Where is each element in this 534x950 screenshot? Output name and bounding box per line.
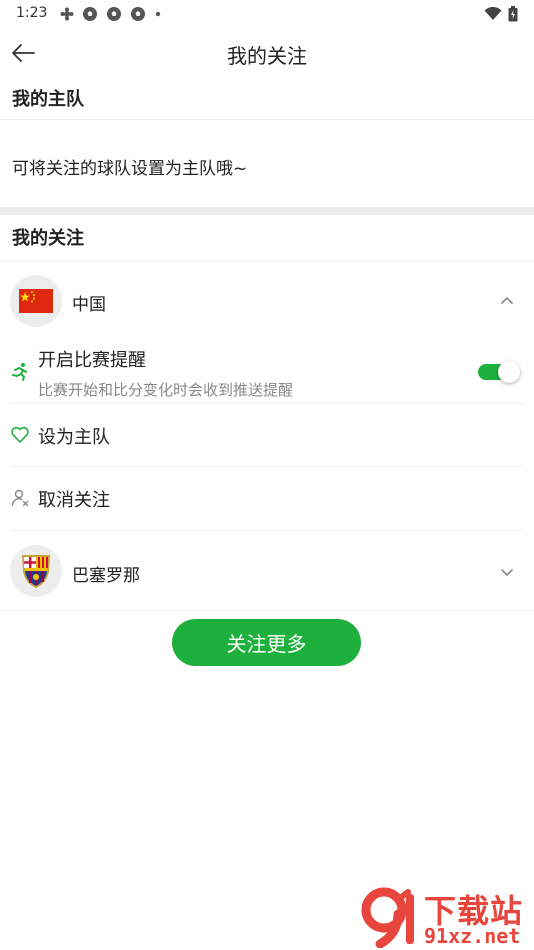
team-name: 巴塞罗那 [72, 566, 140, 586]
team-avatar [10, 275, 62, 327]
watermark-site-url: 91xz.net [424, 924, 521, 948]
battery-icon [508, 6, 518, 22]
team-avatar [10, 545, 62, 597]
alert-toggle[interactable] [478, 361, 520, 383]
site-logo-icon [361, 887, 414, 948]
unfollow-label: 取消关注 [38, 490, 110, 511]
soccer-ball-icon [131, 7, 145, 21]
match-alert-option: 开启比赛提醒 比赛开始和比分变化时会收到推送提醒 [10, 340, 524, 404]
toggle-knob [498, 361, 520, 383]
unfollow-option[interactable]: 取消关注 [10, 467, 524, 531]
team-name: 中国 [72, 295, 106, 315]
heart-icon [11, 426, 29, 443]
list-divider [0, 610, 534, 611]
flower-icon [60, 7, 74, 21]
team-row-china[interactable]: 中国 [0, 262, 534, 340]
status-bar: 1:23 [0, 0, 534, 28]
wifi-icon [484, 7, 502, 20]
notification-icons [60, 6, 162, 22]
follow-more-button[interactable]: 关注更多 [172, 619, 361, 666]
soccer-ball-icon [83, 7, 97, 21]
running-icon [12, 363, 27, 381]
alert-title: 开启比赛提醒 [38, 350, 146, 371]
barcelona-crest-icon [22, 555, 50, 588]
china-flag-icon [19, 289, 53, 313]
main-team-hint: 可将关注的球队设置为主队哦~ [12, 159, 248, 179]
alert-description: 比赛开始和比分变化时会收到推送提醒 [38, 381, 294, 399]
chevron-up-icon[interactable] [498, 292, 516, 310]
set-main-team-option[interactable]: 设为主队 [10, 404, 524, 467]
app-bar: 我的关注 [0, 28, 534, 78]
set-main-team-label: 设为主队 [38, 427, 110, 448]
section-divider [0, 207, 534, 215]
team-row-barcelona[interactable]: 巴塞罗那 [0, 533, 534, 611]
followed-section-title: 我的关注 [0, 219, 534, 261]
main-team-section-title: 我的主队 [0, 80, 534, 120]
system-icons [484, 6, 518, 22]
soccer-ball-icon [107, 7, 121, 21]
chevron-down-icon[interactable] [498, 563, 516, 581]
watermark-logo: 下载站 91xz.net [358, 886, 530, 948]
user-remove-icon [11, 489, 29, 507]
dot-icon [155, 11, 161, 17]
status-time: 1:23 [16, 5, 48, 21]
page-title: 我的关注 [227, 44, 307, 68]
